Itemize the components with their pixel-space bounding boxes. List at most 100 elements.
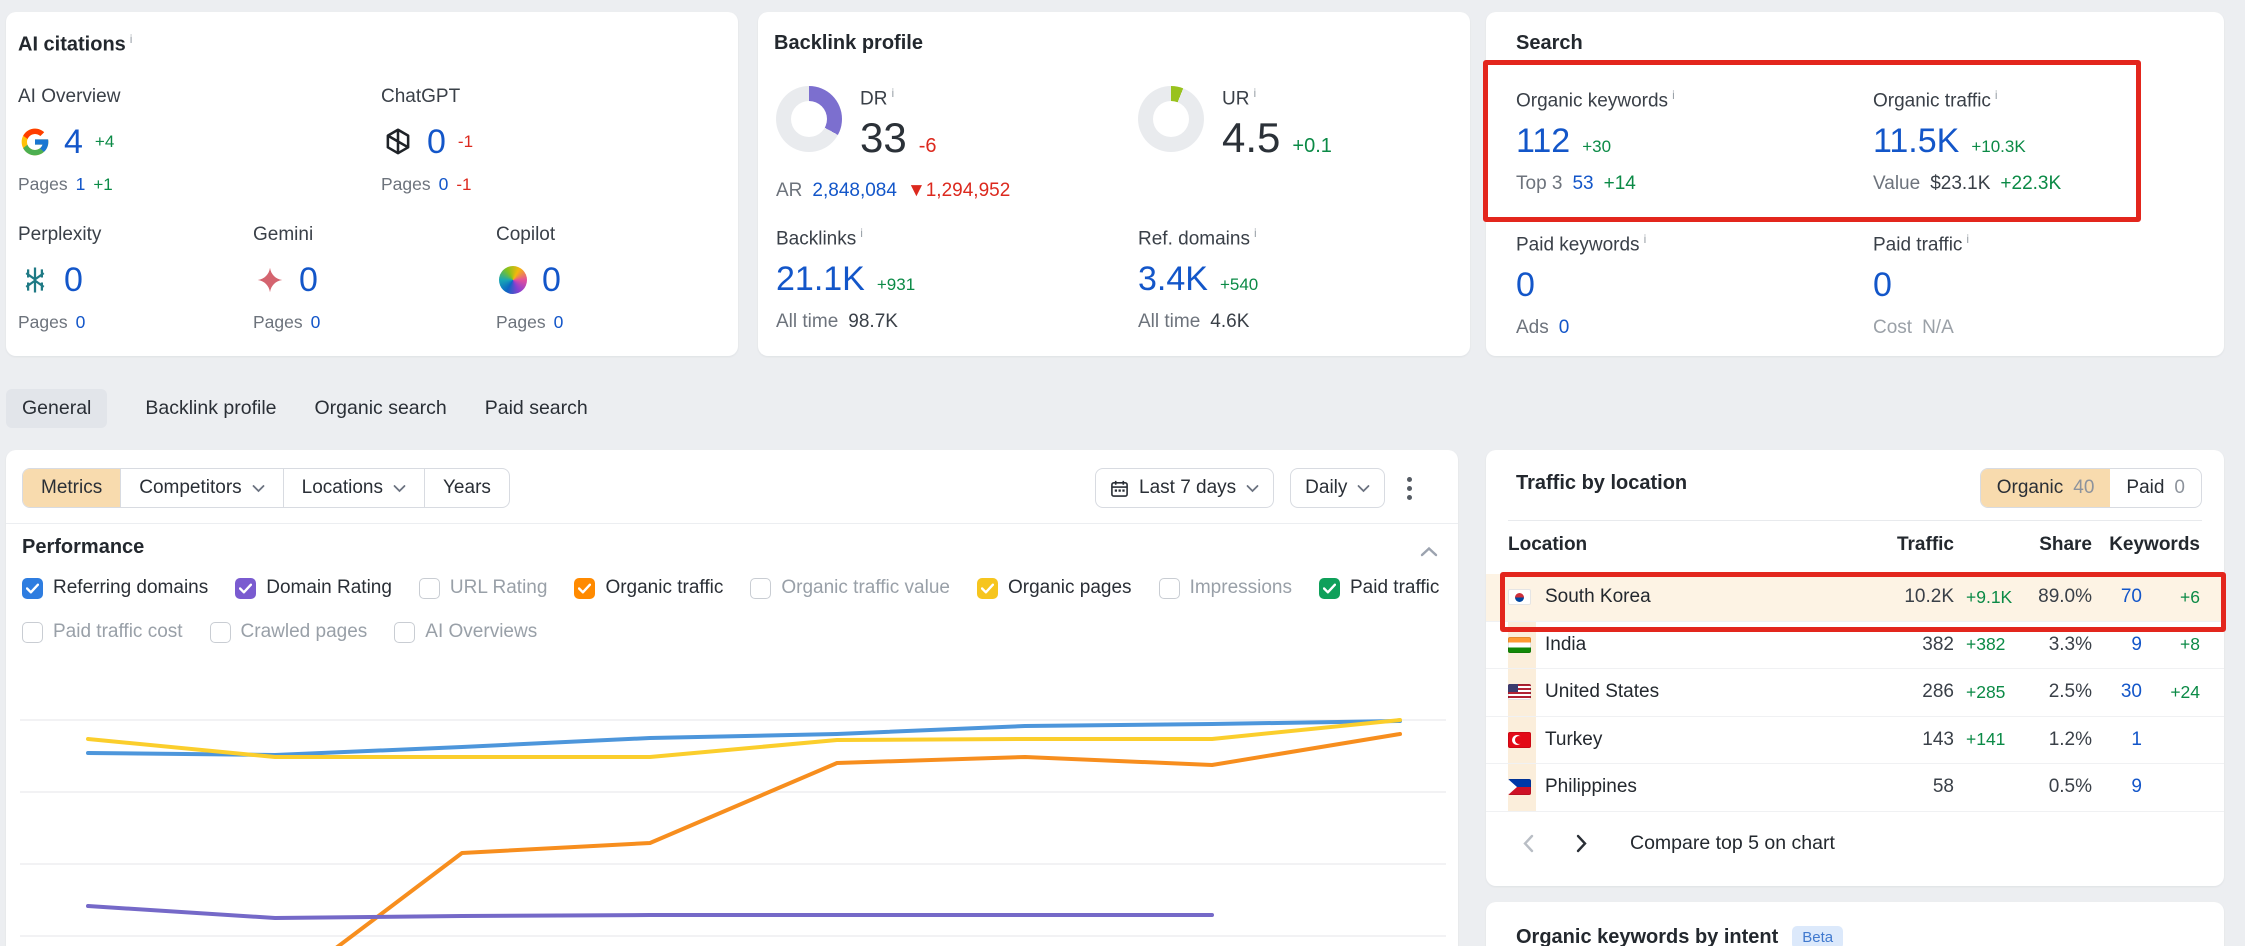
citations-count-link[interactable]: 0 xyxy=(427,123,446,162)
pages-count-link[interactable]: 0 xyxy=(311,312,321,333)
location-row-india[interactable]: India382+3823.3%9+8 xyxy=(1486,622,2224,670)
info-icon: i xyxy=(1966,232,1969,246)
citations-count-link[interactable]: 4 xyxy=(64,123,83,162)
domain-rating-block: DRi 33-6 xyxy=(776,86,937,162)
metric-checkbox-paid-traffic-cost[interactable]: Paid traffic cost xyxy=(22,621,183,643)
checkbox-checked-icon[interactable] xyxy=(977,578,998,599)
cell-kwchg: +8 xyxy=(2142,634,2200,655)
next-page-chevron-icon[interactable] xyxy=(1576,834,1588,853)
cell-kw[interactable]: 9 xyxy=(2092,634,2142,656)
tab-backlink-profile[interactable]: Backlink profile xyxy=(145,397,276,420)
citations-count-link[interactable]: 0 xyxy=(542,261,561,300)
organic-traffic-value-link[interactable]: 11.5K xyxy=(1873,122,1959,161)
cell-tnum: 143 xyxy=(1848,729,1954,751)
location-row-philippines[interactable]: Philippines580.5%9 xyxy=(1486,764,2224,812)
organic-paid-toggle: Organic40 Paid0 xyxy=(1980,468,2202,508)
provider-name: Perplexity xyxy=(18,224,101,246)
top3-link[interactable]: 53 xyxy=(1572,173,1593,195)
citations-count-link[interactable]: 0 xyxy=(64,261,83,300)
paid-traffic-value-link[interactable]: 0 xyxy=(1873,266,1892,305)
checkbox-unchecked-icon[interactable] xyxy=(210,622,231,643)
checkbox-unchecked-icon[interactable] xyxy=(394,622,415,643)
ahrefs-rank-change: ▼1,294,952 xyxy=(907,180,1010,202)
more-options-kebab-icon[interactable] xyxy=(1401,471,1418,506)
granularity-button[interactable]: Daily xyxy=(1290,468,1385,508)
traffic-by-location-card: Traffic by location Organic40 Paid0 Loca… xyxy=(1486,450,2224,886)
us-flag-icon xyxy=(1508,684,1531,700)
segment-years[interactable]: Years xyxy=(425,469,509,507)
metric-checkbox-organic-pages[interactable]: Organic pages xyxy=(977,577,1132,599)
metric-checkbox-domain-rating[interactable]: Domain Rating xyxy=(235,577,392,599)
tab-general[interactable]: General xyxy=(6,389,107,428)
date-range-button[interactable]: Last 7 days xyxy=(1095,468,1274,508)
checkbox-unchecked-icon[interactable] xyxy=(750,578,771,599)
citations-count-link[interactable]: 0 xyxy=(299,261,318,300)
checkbox-unchecked-icon[interactable] xyxy=(419,578,440,599)
report-tabs: General Backlink profile Organic search … xyxy=(6,386,588,430)
checkbox-unchecked-icon[interactable] xyxy=(1159,578,1180,599)
tr-flag-icon xyxy=(1508,732,1531,748)
google-icon xyxy=(18,125,52,159)
cell-kw[interactable]: 9 xyxy=(2092,776,2142,798)
search-card: Search Organic keywordsi 112+30 Top 353+… xyxy=(1486,12,2224,356)
metric-checkbox-organic-traffic-value[interactable]: Organic traffic value xyxy=(750,577,950,599)
segment-competitors[interactable]: Competitors xyxy=(121,469,283,507)
cell-kwchg: +6 xyxy=(2142,587,2200,608)
column-traffic: Traffic xyxy=(1848,534,1954,556)
ahrefs-rank-link[interactable]: 2,848,084 xyxy=(812,180,897,202)
ur-label: URi xyxy=(1222,86,1332,110)
toggle-organic[interactable]: Organic40 xyxy=(1981,469,2111,507)
checkbox-checked-icon[interactable] xyxy=(574,578,595,599)
performance-chart[interactable] xyxy=(16,668,1452,946)
cell-kw[interactable]: 1 xyxy=(2092,729,2142,751)
checkbox-unchecked-icon[interactable] xyxy=(22,622,43,643)
provider-gemini: Gemini 0 Pages 0 xyxy=(253,224,330,333)
metric-checkbox-organic-traffic[interactable]: Organic traffic xyxy=(574,577,723,599)
paid-keywords-value-link[interactable]: 0 xyxy=(1516,266,1535,305)
pages-count-link[interactable]: 0 xyxy=(554,312,564,333)
ads-link[interactable]: 0 xyxy=(1559,317,1570,339)
cell-kw[interactable]: 70 xyxy=(2092,586,2142,608)
pages-count-link[interactable]: 0 xyxy=(439,174,449,195)
toggle-paid[interactable]: Paid0 xyxy=(2110,469,2201,507)
compare-top5-link[interactable]: Compare top 5 on chart xyxy=(1630,832,1835,855)
metric-checkbox-referring-domains[interactable]: Referring domains xyxy=(22,577,208,599)
performance-title: Performance xyxy=(22,536,144,559)
pages-count-link[interactable]: 0 xyxy=(76,312,86,333)
metric-checkbox-impressions[interactable]: Impressions xyxy=(1159,577,1292,599)
metric-checkbox-ai-overviews[interactable]: AI Overviews xyxy=(394,621,537,643)
chart-controls: Last 7 days Daily xyxy=(1095,468,1418,508)
pages-count-link[interactable]: 1 xyxy=(76,174,86,195)
location-row-turkey[interactable]: Turkey143+1411.2%1 xyxy=(1486,717,2224,765)
info-icon: i xyxy=(130,32,133,46)
beta-badge: Beta xyxy=(1792,926,1843,946)
location-row-south-korea[interactable]: South Korea10.2K+9.1K89.0%70+6 xyxy=(1486,574,2224,622)
organic-keywords-value-link[interactable]: 112 xyxy=(1516,122,1570,161)
divider xyxy=(1508,520,2202,521)
metric-toggles-row2: Paid traffic cost Crawled pages AI Overvie… xyxy=(22,621,537,643)
cell-kw[interactable]: 30 xyxy=(2092,681,2142,703)
tab-paid-search[interactable]: Paid search xyxy=(485,397,588,420)
checkbox-checked-icon[interactable] xyxy=(22,578,43,599)
segment-metrics[interactable]: Metrics xyxy=(23,469,121,507)
checkbox-checked-icon[interactable] xyxy=(235,578,256,599)
cell-tnum: 286 xyxy=(1848,681,1954,703)
backlink-profile-card: Backlink profile DRi 33-6 AR 2,848,084 ▼… xyxy=(758,12,1470,356)
segment-locations[interactable]: Locations xyxy=(284,469,425,507)
backlinks-value-link[interactable]: 21.1K xyxy=(776,260,865,299)
tab-organic-search[interactable]: Organic search xyxy=(315,397,447,420)
checkbox-checked-icon[interactable] xyxy=(1319,578,1340,599)
prev-page-chevron-icon[interactable] xyxy=(1522,834,1534,853)
chatgpt-icon xyxy=(381,125,415,159)
location-row-united-states[interactable]: United States286+2852.5%30+24 xyxy=(1486,669,2224,717)
info-icon: i xyxy=(1995,88,1998,102)
collapse-chevron-up-icon[interactable] xyxy=(1420,544,1438,562)
ur-change: +0.1 xyxy=(1292,135,1331,158)
ahrefs-rank-row: AR 2,848,084 ▼1,294,952 xyxy=(776,180,1010,202)
perplexity-icon xyxy=(18,263,52,297)
metric-checkbox-url-rating[interactable]: URL Rating xyxy=(419,577,548,599)
ref-domains-value-link[interactable]: 3.4K xyxy=(1138,260,1208,299)
metric-checkbox-paid-traffic[interactable]: Paid traffic xyxy=(1319,577,1439,599)
metric-checkbox-crawled-pages[interactable]: Crawled pages xyxy=(210,621,368,643)
metric-label: Organic traffic value xyxy=(781,577,950,599)
